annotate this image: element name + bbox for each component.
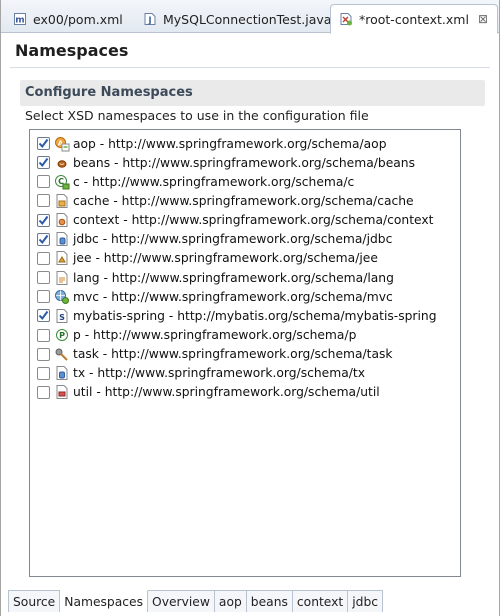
maven-pom-icon: m [13,12,27,26]
tab-pom-xml[interactable]: m ex00/pom.xml [5,5,131,33]
svg-text:m: m [15,16,24,26]
namespace-checkbox[interactable] [37,290,50,304]
page-tab-jdbc[interactable]: jdbc [348,591,384,612]
namespace-checkbox[interactable] [37,385,50,399]
tab-root-context-xml[interactable]: *root-context.xml ⊠ [330,4,498,34]
namespace-label: beans - http://www.springframework.org/s… [73,155,416,170]
namespace-item-cache[interactable]: cache - http://www.springframework.org/s… [30,191,414,210]
namespace-checkbox[interactable] [37,347,50,361]
page-tab-source[interactable]: Source [8,591,61,612]
namespace-checkbox[interactable] [37,366,50,380]
section-description: Select XSD namespaces to use in the conf… [25,108,369,123]
spring-xml-icon [339,12,353,26]
namespace-label: mybatis-spring - http://mybatis.org/sche… [73,308,437,323]
svg-text:S: S [59,313,65,322]
namespace-label: util - http://www.springframework.org/sc… [73,385,380,400]
page-title: Namespaces [15,41,129,60]
tab-label: ex00/pom.xml [33,11,123,27]
lang-icon [54,270,70,286]
namespace-label: jee - http://www.springframework.org/sch… [73,251,378,266]
namespace-label: tx - http://www.springframework.org/sche… [73,366,365,381]
namespace-item-mybatis-spring[interactable]: Smybatis-spring - http://mybatis.org/sch… [30,306,437,325]
namespace-checkbox[interactable] [37,328,50,342]
page-tab-namespaces[interactable]: Namespaces [60,590,149,612]
namespace-checkbox[interactable] [37,213,50,227]
namespace-label: cache - http://www.springframework.org/s… [73,193,414,208]
namespace-item-jdbc[interactable]: jdbc - http://www.springframework.org/sc… [30,230,392,249]
tx-icon [54,365,70,381]
namespace-label: task - http://www.springframework.org/sc… [73,347,393,362]
namespace-checkbox[interactable] [37,232,50,246]
editor-window: m ex00/pom.xml J MySQLConnectionTest.jav… [0,0,500,616]
namespace-checkbox[interactable] [37,271,50,285]
page-tab-overview[interactable]: Overview [148,591,215,612]
bean-icon [54,155,70,171]
jee-icon [54,250,70,266]
namespace-checkbox[interactable] [37,137,50,150]
title-divider [10,67,490,68]
namespace-label: aop - http://www.springframework.org/sch… [73,136,387,151]
namespace-item-p[interactable]: Pp - http://www.springframework.org/sche… [30,326,356,345]
cache-icon [54,193,70,209]
mvc-icon [54,289,70,305]
namespace-label: lang - http://www.springframework.org/sc… [73,270,394,285]
namespace-label: c - http://www.springframework.org/schem… [73,174,355,189]
util-icon [54,384,70,400]
namespace-item-beans[interactable]: beans - http://www.springframework.org/s… [30,153,415,172]
namespace-item-aop[interactable]: Aaop - http://www.springframework.org/sc… [30,134,387,153]
namespace-item-util[interactable]: util - http://www.springframework.org/sc… [30,383,380,402]
jdbc-icon [54,231,70,247]
tab-mysql-connection-test[interactable]: J MySQLConnectionTest.java [135,5,339,33]
namespace-label: context - http://www.springframework.org… [73,213,434,228]
namespace-checkbox[interactable] [37,194,50,208]
editor-tab-bar: m ex00/pom.xml J MySQLConnectionTest.jav… [1,0,499,34]
page-tab-aop[interactable]: aop [214,591,247,612]
namespace-item-context[interactable]: context - http://www.springframework.org… [30,211,433,230]
namespace-item-c[interactable]: Cc - http://www.springframework.org/sche… [30,172,354,191]
section-title: Configure Namespaces [25,85,193,100]
namespace-item-jee[interactable]: jee - http://www.springframework.org/sch… [30,249,378,268]
page-tab-context[interactable]: context [292,591,349,612]
namespace-item-task[interactable]: task - http://www.springframework.org/sc… [30,345,393,364]
aop-icon: A [54,136,70,152]
page-tab-beans[interactable]: beans [246,591,293,612]
namespace-item-lang[interactable]: lang - http://www.springframework.org/sc… [30,268,394,287]
editor-page-tabs: Source Namespaces Overview aop beans context j… [8,590,384,612]
namespace-item-tx[interactable]: tx - http://www.springframework.org/sche… [30,364,365,383]
namespace-checkbox[interactable] [37,175,50,189]
tab-label: *root-context.xml [359,11,469,27]
svg-text:J: J [147,16,151,26]
close-tab-icon[interactable]: ⊠ [477,12,489,26]
c-namespace-icon: C [54,174,70,190]
namespace-label: jdbc - http://www.springframework.org/sc… [73,232,393,247]
context-icon [54,212,70,228]
svg-text:P: P [59,331,65,340]
namespace-label: p - http://www.springframework.org/schem… [73,328,357,342]
namespace-label: mvc - http://www.springframework.org/sch… [73,289,393,304]
namespace-checkbox[interactable] [37,156,50,170]
namespace-list[interactable]: Aaop - http://www.springframework.org/sc… [29,129,461,577]
java-file-icon: J [143,12,157,26]
tab-label: MySQLConnectionTest.java [163,11,332,27]
mybatis-icon: S [54,308,70,324]
namespace-item-mvc[interactable]: mvc - http://www.springframework.org/sch… [30,287,393,306]
p-namespace-icon: P [54,327,70,343]
task-icon [54,346,70,362]
namespace-checkbox[interactable] [37,251,50,265]
namespace-checkbox[interactable] [37,309,50,323]
